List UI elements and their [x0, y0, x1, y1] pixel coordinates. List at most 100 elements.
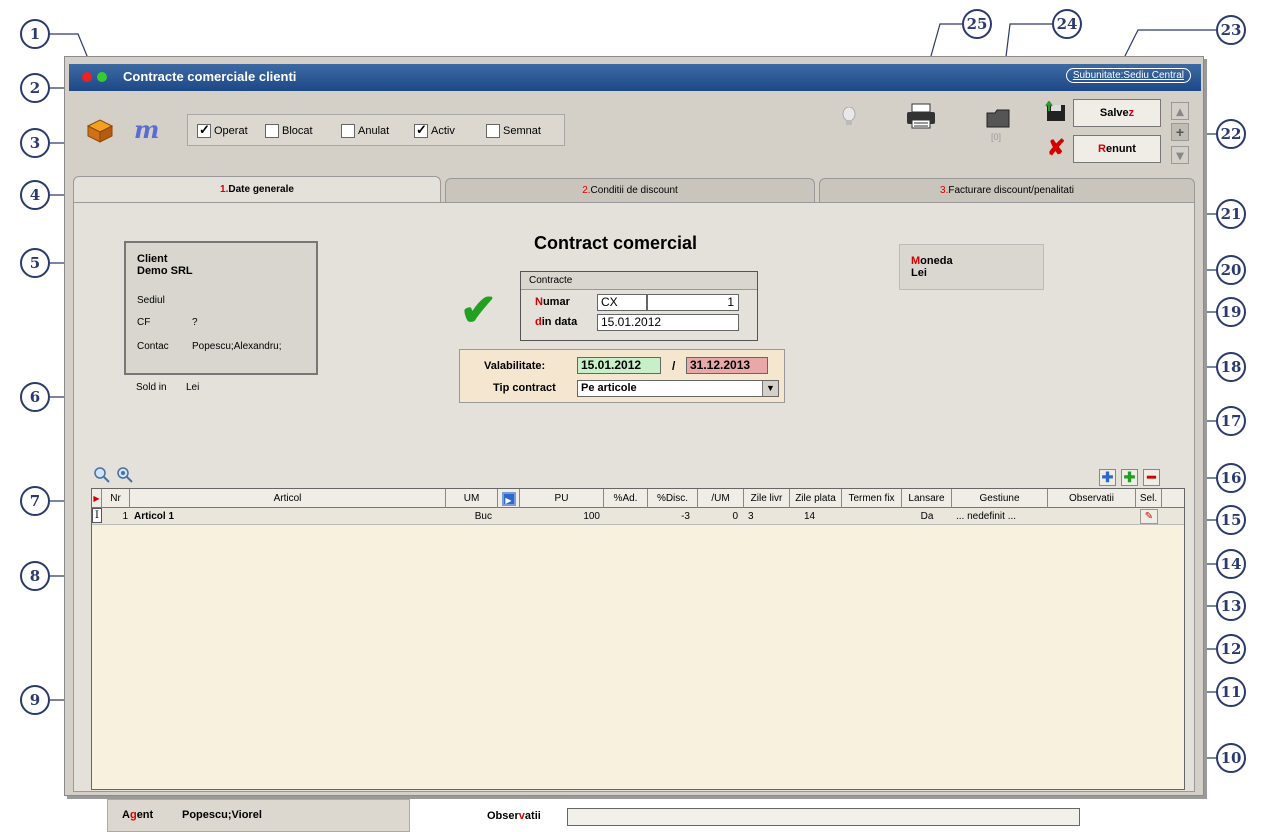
numar-series-field[interactable]: CX [597, 294, 647, 311]
status-checkboxes: Operat Blocat Anulat Activ Semnat [187, 114, 565, 146]
validity-separator: / [672, 359, 676, 373]
data-label: din data [535, 316, 578, 328]
box-icon[interactable] [85, 117, 115, 143]
cancel-x-icon: ✘ [1047, 135, 1066, 160]
callout-2: 2 [20, 73, 50, 103]
sediul-label: Sediul [137, 295, 165, 306]
cell-termen-fix[interactable] [842, 508, 902, 525]
step-down-button[interactable]: ▾ [1171, 146, 1189, 164]
checkbox-blocat[interactable]: Blocat [265, 124, 313, 138]
contact-value: Popescu;Alexandru; [192, 341, 282, 352]
sold-label: Sold in [136, 382, 167, 393]
expand-arrow-icon[interactable]: ▶ [501, 491, 516, 506]
cell-per-um[interactable]: 0 [698, 508, 738, 525]
tip-contract-select[interactable]: Pe articole ▼ [577, 380, 779, 397]
step-up-button[interactable]: ▴ [1171, 102, 1189, 120]
cell-zile-plata[interactable]: 14 [804, 508, 840, 525]
col-expand[interactable]: ▶ [498, 489, 520, 508]
select-pencil-icon[interactable]: ✎ [1140, 509, 1158, 524]
agent-box[interactable]: Agent Popescu;Viorel [107, 799, 410, 832]
client-label: Client [137, 253, 168, 265]
callout-18: 18 [1216, 352, 1246, 382]
callout-9: 9 [20, 685, 50, 715]
attachment-folder-icon[interactable] [985, 107, 1011, 132]
numar-value-field[interactable]: 1 [647, 294, 739, 311]
delete-row-button[interactable]: ━ [1143, 469, 1160, 486]
m-logo-icon[interactable]: m [134, 115, 159, 144]
table-row[interactable]: I 1 Articol 1 Buc 100 -3 0 3 14 Da ... n… [92, 508, 1184, 525]
agent-value: Popescu;Viorel [182, 809, 262, 821]
col-zile-plata[interactable]: Zile plata [790, 489, 842, 508]
cell-adaos[interactable] [604, 508, 644, 525]
col-articol[interactable]: Articol [130, 489, 446, 508]
col-lansare[interactable]: Lansare [902, 489, 952, 508]
validity-box: Valabilitate: 15.01.2012 / 31.12.2013 Ti… [459, 349, 785, 403]
title-bar: Contracte comerciale clienti Subunitate:… [69, 64, 1201, 91]
search-icon[interactable] [94, 467, 110, 486]
checkbox-semnat[interactable]: Semnat [486, 124, 541, 138]
chevron-down-icon[interactable]: ▼ [762, 381, 778, 396]
sold-currency: Lei [186, 382, 200, 393]
tab-facturare-discount[interactable]: 3. Facturare discount/penalitati [819, 178, 1195, 202]
cell-discount[interactable]: -3 [648, 508, 690, 525]
subunit-link[interactable]: Subunitate:Sediu Central [1065, 68, 1191, 83]
col-termen-fix[interactable]: Termen fix [842, 489, 902, 508]
col-gestiune[interactable]: Gestiune [952, 489, 1048, 508]
callout-24: 24 [1052, 9, 1082, 39]
lightbulb-icon[interactable] [841, 106, 857, 130]
grid-header: ▶ Nr Articol UM ▶ PU %Ad. %Disc. /UM Zil… [92, 489, 1184, 508]
col-nr[interactable]: Nr [102, 489, 130, 508]
callout-3: 3 [20, 128, 50, 158]
checkbox-operat[interactable]: Operat [197, 122, 248, 138]
observatii-field[interactable] [567, 808, 1080, 826]
callout-7: 7 [20, 486, 50, 516]
col-sel[interactable]: Sel. [1136, 489, 1162, 508]
checkbox-activ[interactable]: Activ [414, 122, 455, 138]
callout-20: 20 [1216, 255, 1246, 285]
valabilitate-label: Valabilitate: [484, 360, 546, 372]
cell-pu[interactable]: 100 [520, 508, 600, 525]
col-um[interactable]: UM [446, 489, 498, 508]
currency-box: Moneda Lei [899, 244, 1044, 290]
valid-from-field[interactable]: 15.01.2012 [577, 357, 661, 374]
row-edit-marker: I [92, 508, 102, 523]
tip-contract-label: Tip contract [493, 382, 556, 394]
articles-grid: ▶ Nr Articol UM ▶ PU %Ad. %Disc. /UM Zil… [91, 488, 1185, 790]
cell-nr[interactable]: 1 [102, 508, 128, 525]
cell-zile-livr[interactable]: 3 [748, 508, 788, 525]
cell-articol[interactable]: Articol 1 [134, 508, 434, 525]
moneda-label: Moneda [911, 255, 953, 267]
col-observatii[interactable]: Observatii [1048, 489, 1136, 508]
window-title: Contracte comerciale clienti [123, 69, 297, 84]
col-discount[interactable]: %Disc. [648, 489, 698, 508]
callout-13: 13 [1216, 591, 1246, 621]
data-field[interactable]: 15.01.2012 [597, 314, 739, 331]
checkbox-anulat[interactable]: Anulat [341, 124, 389, 138]
cancel-button[interactable]: Renunt [1073, 135, 1161, 163]
client-info-box[interactable]: Client Demo SRL Sediul CF ? Contac Popes… [124, 241, 318, 375]
insert-row-button[interactable]: ✚ [1099, 469, 1116, 486]
callout-11: 11 [1216, 677, 1246, 707]
valid-to-field[interactable]: 31.12.2013 [686, 357, 768, 374]
step-add-button[interactable]: + [1171, 123, 1189, 141]
printer-icon[interactable] [905, 102, 937, 133]
col-zile-livr[interactable]: Zile livr [744, 489, 790, 508]
tab-date-generale[interactable]: 1. Date generale [73, 176, 441, 202]
col-adaos[interactable]: %Ad. [604, 489, 648, 508]
cell-gestiune[interactable]: ... nedefinit ... [956, 508, 1048, 525]
maximize-dot-icon[interactable] [97, 72, 107, 82]
cell-lansare[interactable]: Da [902, 508, 952, 525]
attachment-count: [0] [991, 132, 1002, 142]
contract-window: Contracte comerciale clienti Subunitate:… [64, 56, 1204, 832]
advanced-search-icon[interactable] [116, 467, 134, 486]
save-button[interactable]: Salve z [1073, 99, 1161, 127]
add-row-button[interactable]: ✚ [1121, 469, 1138, 486]
col-pu[interactable]: PU [520, 489, 604, 508]
row-pointer-icon: ▶ [92, 489, 102, 508]
close-dot-icon[interactable] [82, 72, 92, 82]
callout-14: 14 [1216, 549, 1246, 579]
moneda-value: Lei [911, 267, 927, 279]
tab-conditii-discount[interactable]: 2. Conditii de discount [445, 178, 815, 202]
col-per-um[interactable]: /UM [698, 489, 744, 508]
cell-um[interactable]: Buc [446, 508, 492, 525]
